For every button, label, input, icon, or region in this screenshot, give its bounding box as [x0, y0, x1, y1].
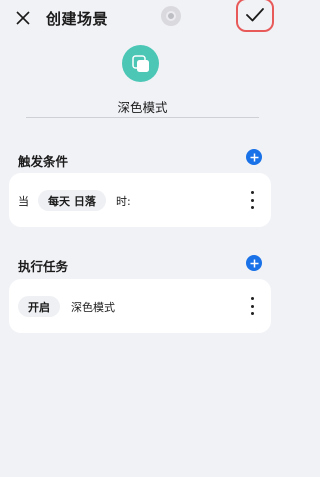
trigger-section-title: 触发条件 — [18, 154, 69, 169]
plus-icon — [250, 153, 258, 161]
task-target-label: 深色模式 — [71, 301, 115, 314]
trigger-more-icon[interactable] — [249, 191, 255, 209]
trigger-card[interactable]: 当 每天 日落 时: — [9, 173, 271, 227]
plus-icon — [250, 259, 258, 267]
add-trigger-button[interactable] — [246, 149, 262, 165]
page-title: 创建场景 — [46, 10, 109, 28]
close-icon[interactable] — [13, 8, 33, 28]
create-scene-screen: 创建场景 深色模式 触发条件 当 每天 日落 时: 执行任务 开启 深色模式 — [0, 0, 285, 477]
checkmark-icon — [246, 8, 264, 22]
scene-name-underline — [26, 117, 259, 118]
scene-name-field[interactable]: 深色模式 — [0, 97, 285, 116]
trigger-suffix-label: 时: — [116, 195, 131, 208]
add-task-button[interactable] — [246, 255, 262, 271]
scene-icon[interactable] — [122, 45, 159, 82]
task-more-icon[interactable] — [249, 297, 255, 315]
trigger-prefix-label: 当 — [18, 195, 29, 208]
task-section-title: 执行任务 — [18, 259, 69, 274]
task-card[interactable]: 开启 深色模式 — [9, 279, 271, 333]
confirm-button[interactable] — [236, 0, 274, 32]
record-indicator-icon — [161, 6, 181, 26]
trigger-time-chip[interactable]: 每天 日落 — [38, 190, 106, 211]
task-action-chip[interactable]: 开启 — [18, 296, 60, 317]
copy-squares-icon — [131, 54, 149, 72]
top-bar: 创建场景 — [0, 0, 285, 36]
